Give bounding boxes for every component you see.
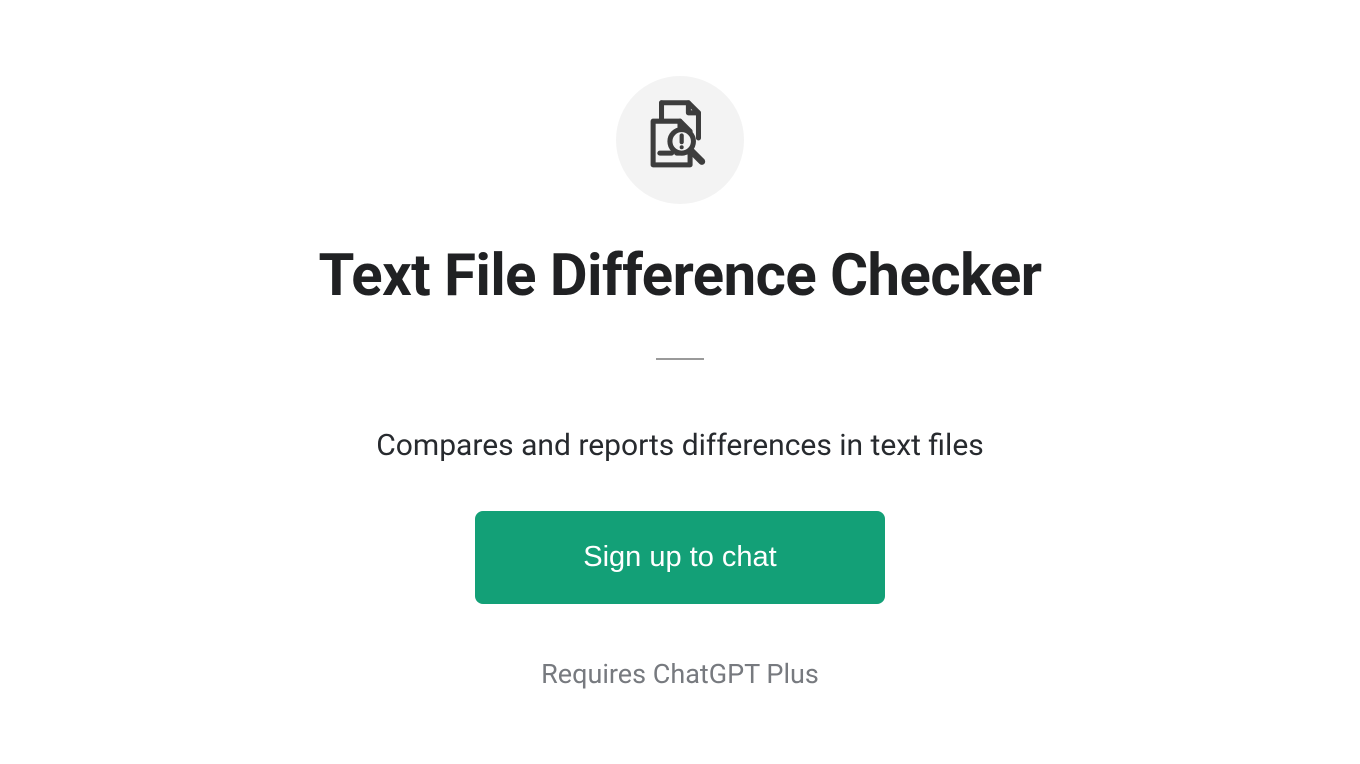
divider bbox=[656, 358, 704, 360]
signup-button[interactable]: Sign up to chat bbox=[475, 511, 884, 604]
page-title: Text File Difference Checker bbox=[318, 242, 1041, 310]
requirement-text: Requires ChatGPT Plus bbox=[541, 658, 819, 690]
document-diff-icon bbox=[638, 96, 722, 184]
app-icon-container bbox=[616, 76, 744, 204]
app-description: Compares and reports differences in text… bbox=[376, 428, 983, 463]
